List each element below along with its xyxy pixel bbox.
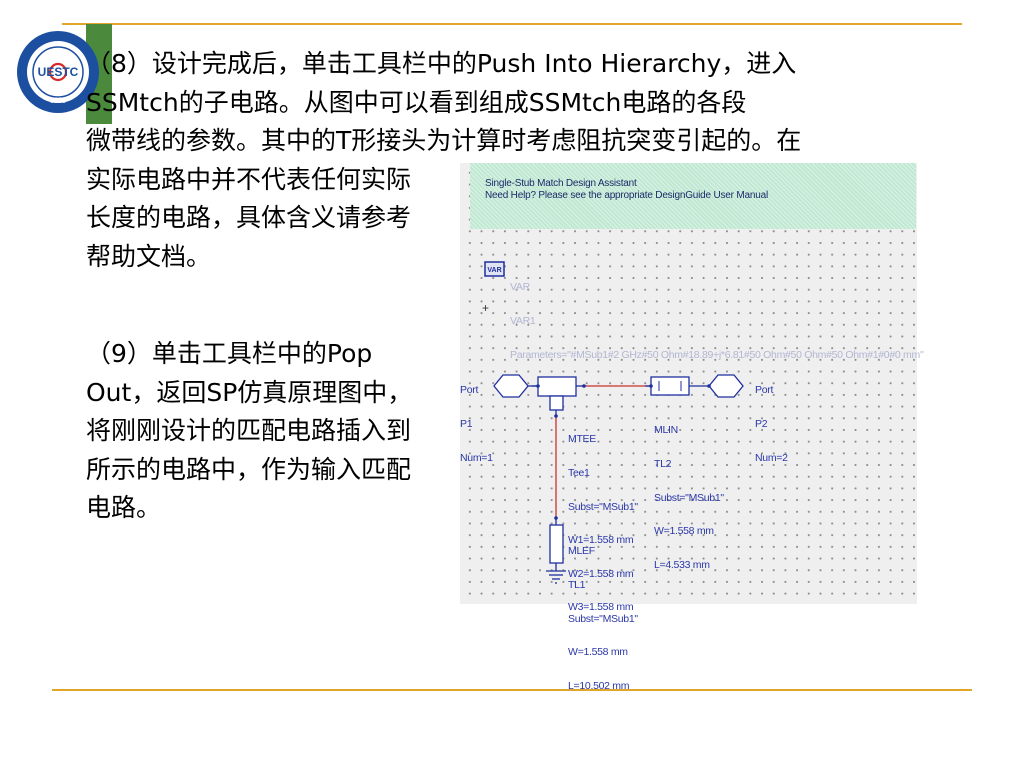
var-parameters: Parameters="#MSub1#2 GHz#50 Ohm#18.89+j*…	[510, 348, 924, 361]
origin-marker: +	[482, 301, 489, 315]
var-eqn-icon: VAR	[484, 261, 505, 277]
component-param-label: Subst="MSub1"	[568, 500, 638, 513]
port-number-label: Num=1	[460, 451, 493, 464]
mlef-tl1-symbol[interactable]	[549, 518, 564, 571]
svg-text:VAR: VAR	[487, 267, 501, 274]
text-line: 微带线的参数。其中的T形接头为计算时考虑阻抗突变引起的。在	[86, 126, 802, 155]
component-param-label: Subst="MSub1"	[568, 612, 638, 625]
text-line: 将刚刚设计的匹配电路插入到	[86, 416, 412, 445]
text-line: （9）单击工具栏中的Pop	[86, 339, 373, 368]
pin-dot	[649, 384, 653, 388]
component-type-label: MTEE	[568, 433, 596, 446]
port-type-label: Port	[460, 384, 479, 397]
text-line: 电路。	[86, 493, 162, 522]
port-instance-label: P2	[755, 418, 768, 431]
text-line: （8）设计完成后，单击工具栏中的Push Into Hierarchy，进入	[86, 49, 797, 78]
mlin-labels: MLIN TL2 Subst="MSub1" W=1.558 mm L=4.53…	[654, 403, 724, 593]
var-block-labels: VAR VAR1 Parameters="#MSub1#2 GHz#50 Ohm…	[510, 260, 924, 383]
port-type-label: Port	[755, 384, 774, 397]
var-name: VAR	[510, 281, 530, 294]
pin-dot	[536, 384, 540, 388]
component-param-label: L=10.502 mm	[568, 679, 630, 692]
component-instance-label: TL1	[568, 579, 586, 592]
text-line: Out，返回SP仿真原理图中，	[86, 377, 413, 407]
mlef-labels: MLEF TL1 Subst="MSub1" W=1.558 mm L=10.5…	[568, 524, 638, 714]
pin-dot	[582, 384, 586, 388]
port-p1-labels: Port P1 Num=1	[460, 363, 493, 486]
step-9-paragraph: （9）单击工具栏中的Pop Out，返回SP仿真原理图中， 将刚刚设计的匹配电路…	[86, 335, 412, 528]
top-divider	[62, 23, 962, 25]
logo-text: UESTC	[38, 65, 79, 79]
port-p2-labels: Port P2 Num=2	[755, 363, 788, 486]
bottom-divider	[52, 689, 972, 691]
schematic-screenshot: Single-Stub Match Design Assistant Need …	[460, 163, 924, 692]
pin-dot	[554, 414, 558, 418]
port-number-label: Num=2	[755, 451, 788, 464]
logo-year: 1956	[50, 96, 66, 105]
ground-icon	[546, 570, 566, 584]
component-instance-label: Tee1	[568, 467, 590, 480]
component-param-label: W=1.558 mm	[654, 525, 714, 538]
component-type-label: MLEF	[568, 545, 595, 558]
component-param-label: Subst="MSub1"	[654, 491, 724, 504]
text-line: 所示的电路中，作为输入匹配	[86, 454, 412, 484]
port-instance-label: P1	[460, 418, 473, 431]
pin-dot	[707, 384, 711, 388]
text-line: SSMtch的子电路。从图中可以看到组成SSMtch电路的各段	[86, 87, 747, 117]
component-param-label: L=4.533 mm	[654, 558, 710, 571]
component-instance-label: TL2	[654, 458, 672, 471]
component-param-label: W=1.558 mm	[568, 646, 628, 659]
component-type-label: MLIN	[654, 424, 678, 437]
var-instance: VAR1	[510, 315, 536, 328]
